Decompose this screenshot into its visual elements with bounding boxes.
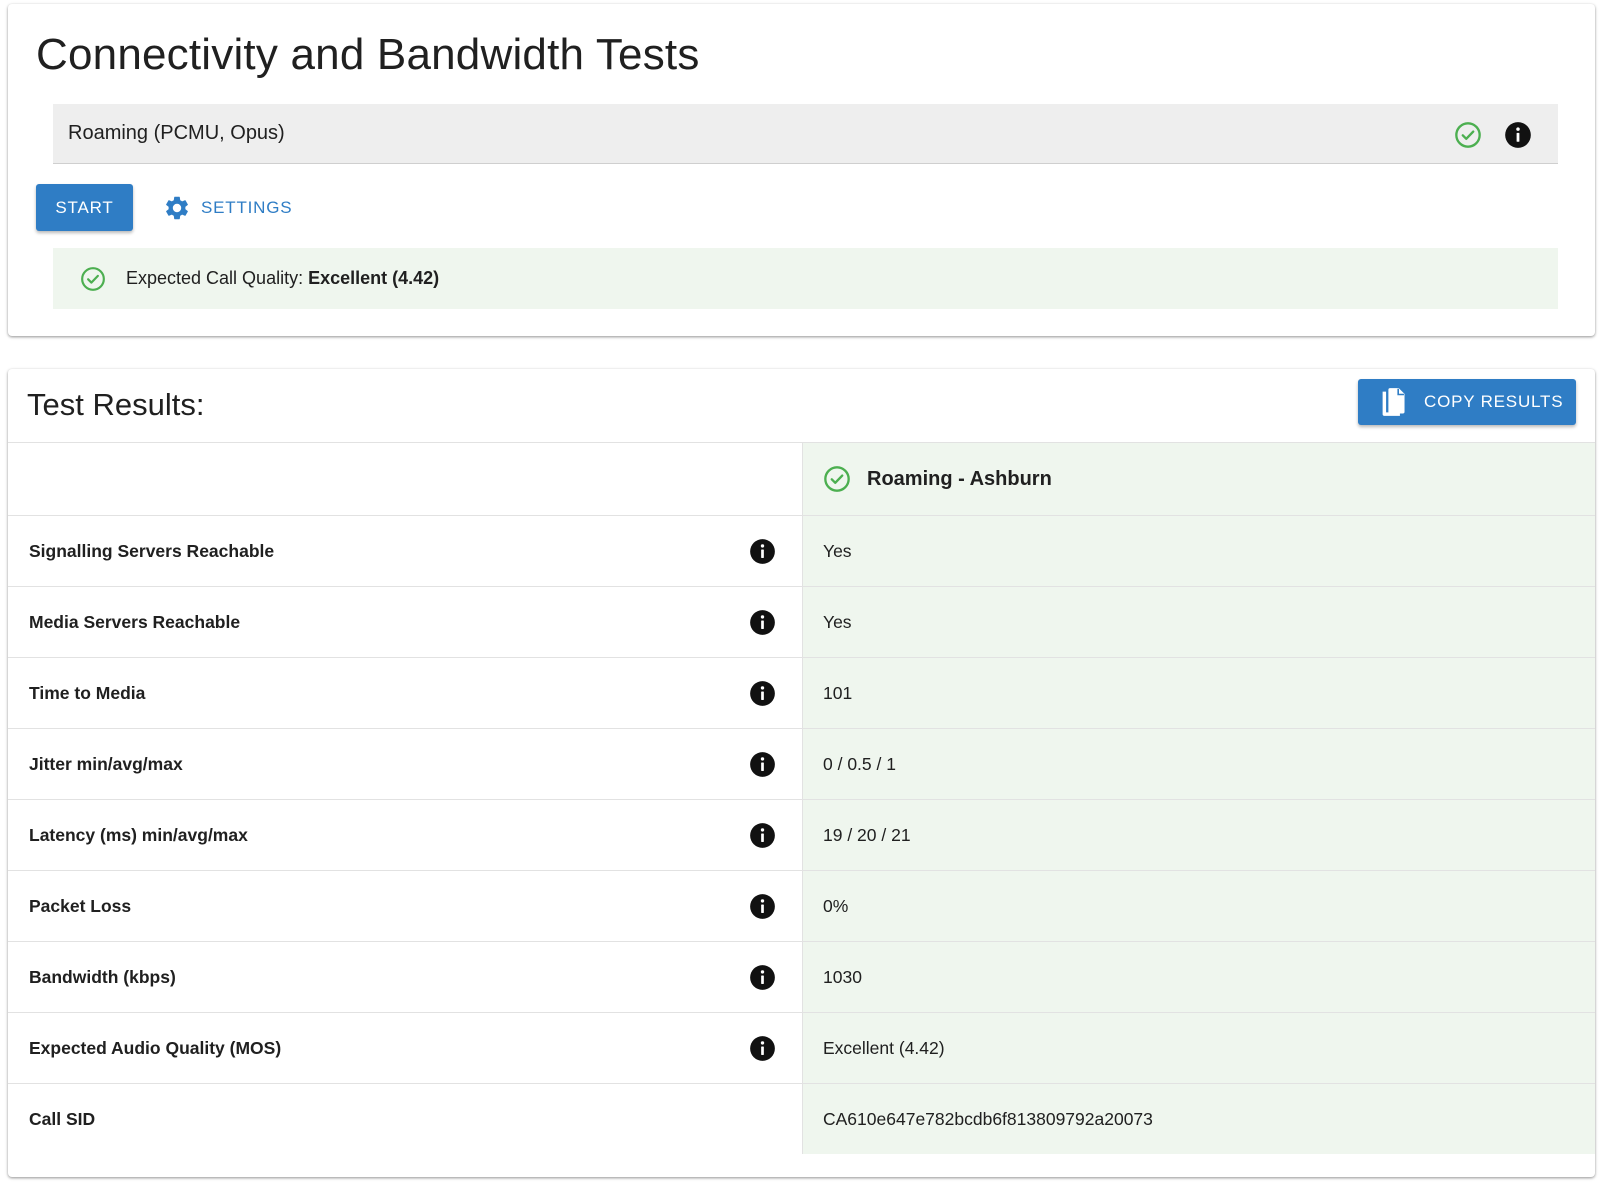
- info-icon[interactable]: [749, 964, 776, 991]
- copy-icon: [1382, 388, 1405, 416]
- row-label: Bandwidth (kbps): [29, 966, 176, 987]
- table-row: Packet Loss 0%: [8, 870, 1595, 941]
- row-value: Yes: [802, 587, 1595, 657]
- row-label-cell: Media Servers Reachable: [8, 587, 802, 657]
- check-circle-icon: [824, 466, 850, 492]
- info-icon[interactable]: [749, 893, 776, 920]
- row-label: Signalling Servers Reachable: [29, 540, 275, 561]
- row-label: Call SID: [29, 1108, 96, 1129]
- row-value: 0%: [802, 871, 1595, 941]
- row-value: 1030: [802, 942, 1595, 1012]
- row-label: Expected Audio Quality (MOS): [29, 1037, 282, 1058]
- expected-call-quality-value: Excellent (4.42): [308, 268, 440, 288]
- table-row: Expected Audio Quality (MOS) Excellent (4…: [8, 1012, 1595, 1083]
- column-header-label: Roaming - Ashburn: [867, 467, 1052, 490]
- test-setup-card: Connectivity and Bandwidth Tests Roaming…: [8, 4, 1595, 336]
- row-label-cell: Time to Media: [8, 658, 802, 728]
- info-icon[interactable]: [749, 1035, 776, 1062]
- table-row: Jitter min/avg/max 0 / 0.5 / 1: [8, 728, 1595, 799]
- row-value: Yes: [802, 516, 1595, 586]
- table-column-header: Roaming - Ashburn: [802, 443, 1595, 515]
- row-label: Media Servers Reachable: [29, 611, 241, 632]
- gear-icon: [166, 196, 188, 219]
- table-header-row: Roaming - Ashburn: [8, 442, 1595, 515]
- row-label-cell: Bandwidth (kbps): [8, 942, 802, 1012]
- start-button[interactable]: START: [36, 184, 133, 231]
- info-icon[interactable]: [749, 609, 776, 636]
- copy-results-label: COPY RESULTS: [1424, 392, 1564, 411]
- table-header-empty: [8, 443, 802, 515]
- results-table: Roaming - Ashburn Signalling Servers Rea…: [8, 442, 1595, 1154]
- row-label-cell: Expected Audio Quality (MOS): [8, 1013, 802, 1083]
- test-results-card: Test Results: COPY RESULTS Roaming - Ash…: [8, 369, 1595, 1177]
- info-icon[interactable]: [1504, 121, 1532, 149]
- row-label: Time to Media: [29, 682, 146, 703]
- row-value: Excellent (4.42): [802, 1013, 1595, 1083]
- row-label: Jitter min/avg/max: [29, 753, 183, 774]
- copy-results-button[interactable]: COPY RESULTS: [1358, 379, 1576, 425]
- row-value: CA610e647e782bcdb6f813809792a20073: [802, 1084, 1595, 1154]
- check-circle-icon: [81, 266, 105, 291]
- info-icon[interactable]: [749, 538, 776, 565]
- row-label: Packet Loss: [29, 895, 132, 916]
- row-value: 19 / 20 / 21: [802, 800, 1595, 870]
- table-row: Media Servers Reachable Yes: [8, 586, 1595, 657]
- expected-call-quality-label: Expected Call Quality:: [126, 268, 309, 288]
- table-row: Bandwidth (kbps) 1030: [8, 941, 1595, 1012]
- row-label-cell: Signalling Servers Reachable: [8, 516, 802, 586]
- check-circle-icon: [1455, 122, 1481, 148]
- row-label: Latency (ms) min/avg/max: [29, 824, 248, 845]
- table-row: Time to Media 101: [8, 657, 1595, 728]
- row-value: 0 / 0.5 / 1: [802, 729, 1595, 799]
- info-icon[interactable]: [749, 822, 776, 849]
- info-icon[interactable]: [749, 680, 776, 707]
- table-body: Signalling Servers Reachable Yes Media Ser…: [8, 515, 1595, 1154]
- expected-call-quality-banner: Expected Call Quality: Excellent (4.42): [53, 248, 1558, 309]
- table-row: Call SID CA610e647e782bcdb6f813809792a200…: [8, 1083, 1595, 1154]
- info-icon[interactable]: [749, 751, 776, 778]
- region-codec-select[interactable]: Roaming (PCMU, Opus): [53, 104, 1558, 164]
- settings-button-label: SETTINGS: [201, 197, 293, 217]
- row-label-cell: Call SID: [8, 1084, 802, 1154]
- row-label-cell: Packet Loss: [8, 871, 802, 941]
- expected-call-quality-text: Expected Call Quality: Excellent (4.42): [126, 268, 439, 289]
- row-label-cell: Latency (ms) min/avg/max: [8, 800, 802, 870]
- table-row: Signalling Servers Reachable Yes: [8, 515, 1595, 586]
- page-title: Connectivity and Bandwidth Tests: [36, 30, 700, 79]
- row-value: 101: [802, 658, 1595, 728]
- settings-button[interactable]: SETTINGS: [163, 184, 313, 231]
- region-codec-select-value: Roaming (PCMU, Opus): [68, 122, 285, 144]
- row-label-cell: Jitter min/avg/max: [8, 729, 802, 799]
- results-title: Test Results:: [27, 387, 205, 422]
- table-row: Latency (ms) min/avg/max 19 / 20 / 21: [8, 799, 1595, 870]
